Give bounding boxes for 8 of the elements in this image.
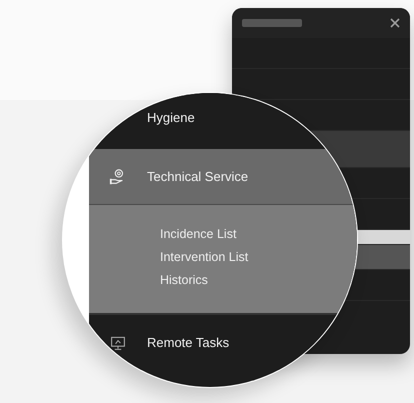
submenu-item[interactable]: Intervention List	[160, 250, 357, 264]
submenu-item[interactable]: Incidence List	[160, 227, 357, 241]
monitor-icon	[110, 334, 126, 350]
submenu-item[interactable]: Historics	[160, 273, 357, 287]
menu-item-label: Technical Service	[147, 169, 248, 184]
close-icon[interactable]	[390, 18, 400, 28]
menu-item-label: Remote Tasks	[147, 335, 230, 350]
menu-item-label: Hygiene	[147, 110, 195, 125]
